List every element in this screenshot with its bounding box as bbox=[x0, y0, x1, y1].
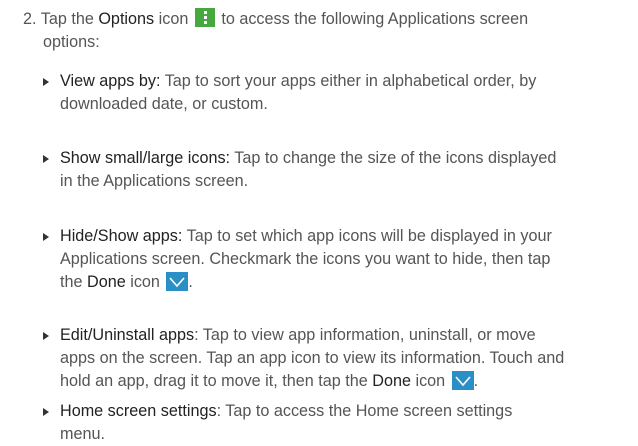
bullet-arrow-icon bbox=[43, 332, 49, 340]
bullet-arrow-icon bbox=[43, 233, 49, 241]
option-text: hold an app, drag it to move it, then ta… bbox=[60, 372, 373, 390]
option-line: Edit/Uninstall apps: Tap to view app inf… bbox=[60, 324, 564, 347]
bullet-arrow-icon bbox=[43, 155, 49, 163]
option-home-screen-settings: Home screen settings: Tap to access the … bbox=[43, 400, 512, 446]
option-text: : Tap to view app information, uninstall… bbox=[194, 326, 536, 344]
option-text: Tap to sort your apps either in alphabet… bbox=[160, 72, 537, 90]
step-line-2: options: bbox=[43, 33, 100, 51]
option-line: hold an app, drag it to move it, then ta… bbox=[60, 370, 564, 393]
checkmark-done-icon bbox=[451, 371, 474, 390]
options-word: Options bbox=[98, 10, 155, 28]
option-line: Applications screen. Checkmark the icons… bbox=[60, 250, 551, 268]
option-line: Home screen settings: Tap to access the … bbox=[60, 400, 512, 423]
step-text-c: to access the following Applications scr… bbox=[216, 10, 529, 28]
done-word: Done bbox=[87, 273, 126, 291]
option-view-apps-by: View apps by: Tap to sort your apps eith… bbox=[43, 70, 536, 116]
option-text: . bbox=[188, 273, 193, 291]
option-title: Edit/Uninstall apps bbox=[60, 326, 195, 344]
bullet-arrow-icon bbox=[43, 408, 49, 416]
done-word: Done bbox=[372, 372, 411, 390]
option-line: Hide/Show apps: Tap to set which app ico… bbox=[60, 225, 552, 248]
step-2: 2. Tap the Options icon to access the fo… bbox=[23, 8, 618, 54]
option-line: downloaded date, or custom. bbox=[60, 95, 268, 113]
step-line-1: 2. Tap the Options icon to access the fo… bbox=[23, 8, 618, 31]
step-number: 2. bbox=[23, 10, 37, 28]
option-text: . bbox=[473, 372, 479, 390]
option-edit-uninstall-apps: Edit/Uninstall apps: Tap to view app inf… bbox=[43, 324, 565, 393]
option-line: Show small/large icons: Tap to change th… bbox=[60, 147, 556, 170]
option-line: in the Applications screen. bbox=[60, 172, 249, 190]
option-hide-show-apps: Hide/Show apps: Tap to set which app ico… bbox=[43, 225, 552, 294]
option-text: Tap to change the size of the icons disp… bbox=[230, 149, 557, 167]
option-title: View apps by: bbox=[60, 72, 161, 90]
option-title: Home screen settings bbox=[60, 402, 217, 420]
option-title: Show small/large icons: bbox=[60, 149, 231, 167]
option-show-small-large-icons: Show small/large icons: Tap to change th… bbox=[43, 147, 556, 193]
step-text-b: icon bbox=[154, 10, 193, 28]
option-line: View apps by: Tap to sort your apps eith… bbox=[60, 70, 536, 93]
option-text: icon bbox=[125, 273, 165, 291]
option-line: the Done icon . bbox=[60, 271, 552, 294]
step-text-a: Tap the bbox=[40, 10, 99, 28]
options-menu-icon bbox=[194, 8, 215, 27]
option-text: : Tap to access the Home screen settings bbox=[216, 402, 513, 420]
option-text: icon bbox=[410, 372, 450, 390]
option-line: menu. bbox=[60, 425, 105, 443]
option-text: the bbox=[60, 273, 88, 291]
option-title: Hide/Show apps: bbox=[60, 227, 183, 245]
bullet-arrow-icon bbox=[43, 78, 49, 86]
checkmark-done-icon bbox=[166, 272, 189, 291]
option-text: Tap to set which app icons will be displ… bbox=[182, 227, 552, 245]
option-line: apps on the screen. Tap an app icon to v… bbox=[60, 349, 565, 367]
